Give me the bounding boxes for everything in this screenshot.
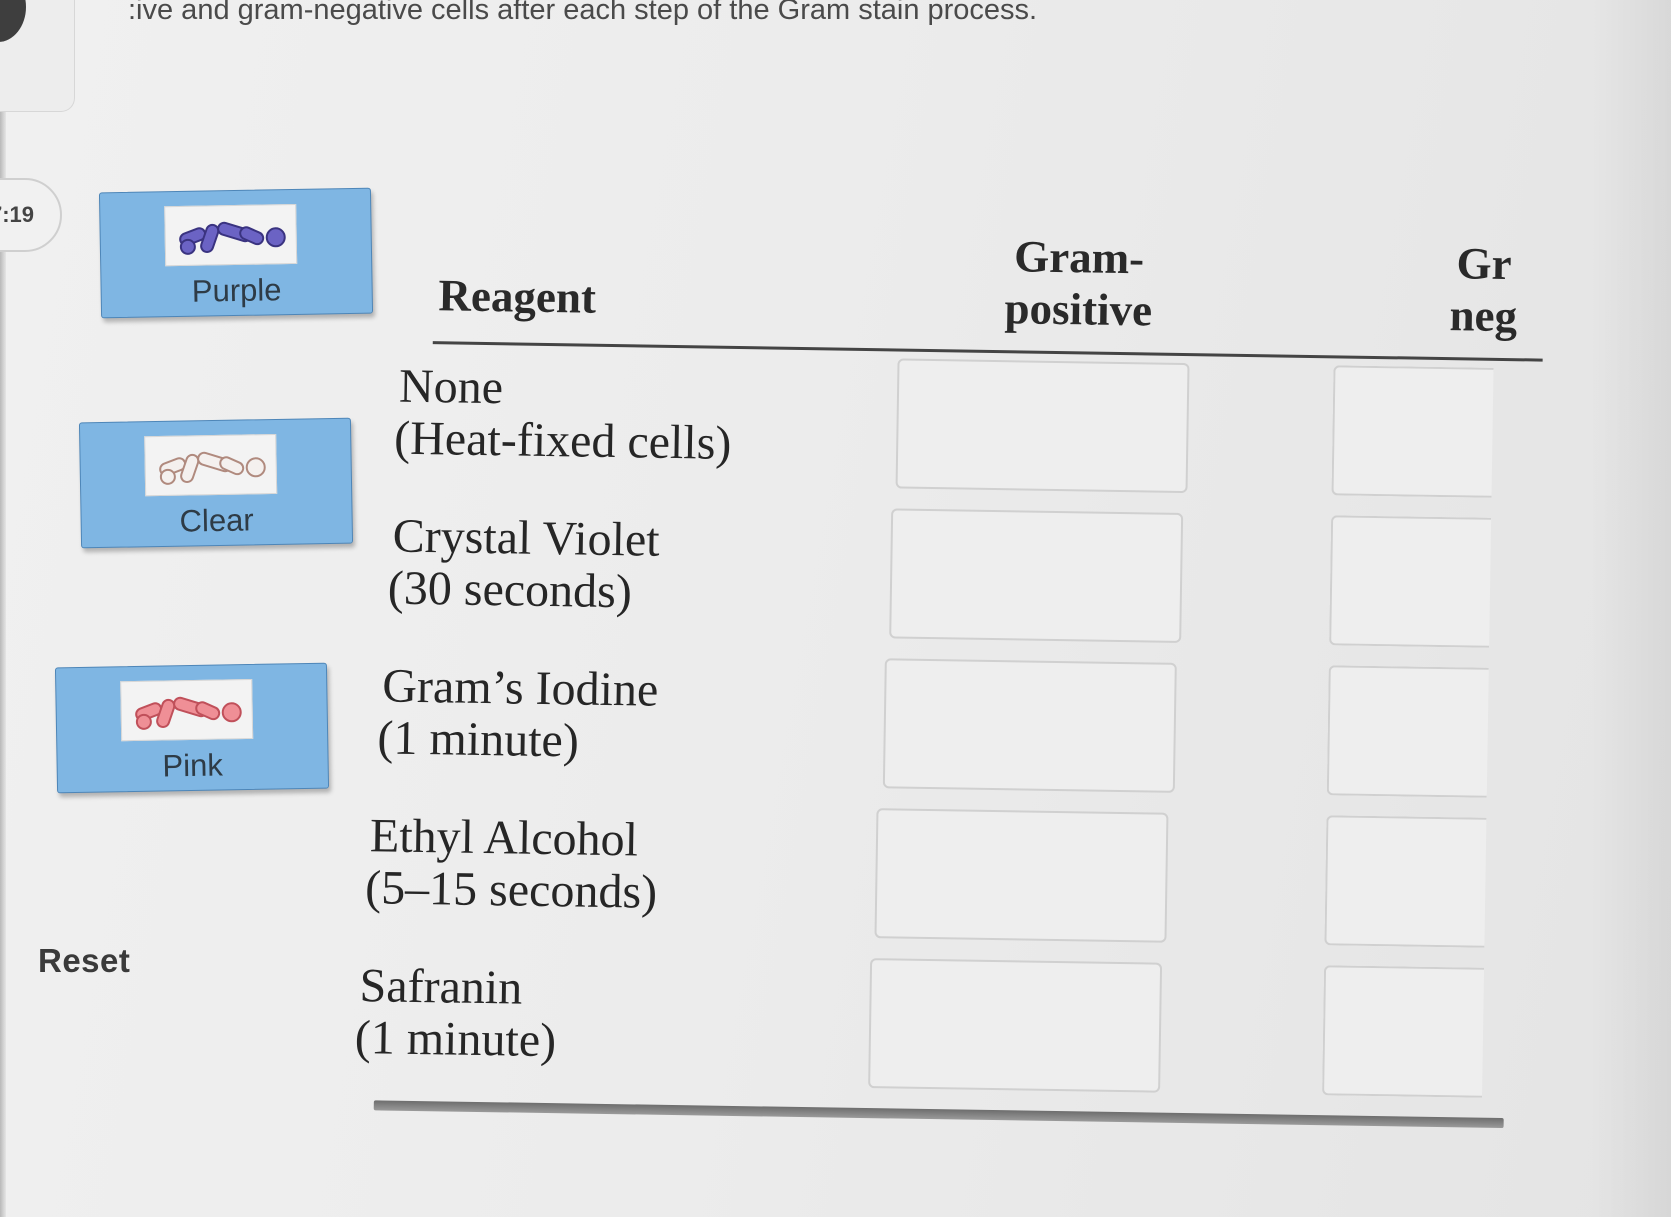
tile-pink[interactable]: Pink	[54, 662, 330, 794]
coccus-cell	[245, 457, 266, 478]
header-line: Gram-	[1013, 231, 1145, 284]
drop-target-gram-positive[interactable]	[868, 958, 1163, 1093]
table-row-grams-iodine: Gram’s Iodine (1 minute)	[351, 650, 1553, 819]
reagent-name: Safranin	[359, 959, 523, 1015]
reagent-detail: (1 minute)	[377, 711, 580, 768]
column-header-gram-negative: Gr neg	[1408, 236, 1560, 342]
screen: :ive and gram-negative cells after each …	[0, 0, 1671, 1217]
timer-badge: 7:19	[0, 178, 62, 252]
table-row-ethyl-alcohol: Ethyl Alcohol (5–15 seconds)	[348, 800, 1550, 969]
reagent-name: Gram’s Iodine	[381, 659, 659, 717]
drop-target-gram-positive[interactable]	[882, 658, 1177, 793]
screen-right-shadow	[1590, 0, 1671, 1217]
rod-cell	[195, 701, 221, 721]
table-row-safranin: Safranin (1 minute)	[346, 950, 1548, 1119]
rod-cell	[156, 698, 176, 729]
coccus-cell	[265, 227, 286, 248]
drop-target-gram-negative[interactable]	[1322, 965, 1485, 1098]
cells-graphic-clear	[159, 451, 266, 485]
reagent-detail: (1 minute)	[354, 1011, 557, 1068]
timer-text: 7:19	[0, 202, 34, 227]
reagent-name: Ethyl Alcohol	[369, 809, 639, 867]
tile-label: Purple	[191, 272, 282, 309]
table-row-crystal-violet: Crystal Violet (30 seconds)	[353, 500, 1555, 669]
reagent-detail: (30 seconds)	[387, 561, 633, 619]
drop-target-gram-negative[interactable]	[1326, 665, 1489, 798]
tile-label: Clear	[179, 502, 255, 539]
reset-button[interactable]: Reset	[38, 942, 130, 980]
drop-target-gram-positive[interactable]	[895, 358, 1190, 494]
tile-purple[interactable]: Purple	[98, 187, 374, 319]
rod-cell	[239, 226, 265, 246]
reagent-name: Crystal Violet	[392, 509, 660, 567]
bacteria-cells-icon	[164, 203, 298, 267]
cells-graphic-pink	[135, 696, 242, 730]
drop-target-gram-negative[interactable]	[1324, 815, 1487, 948]
gram-stain-table: Reagent Gram- positive Gr neg None (Heat…	[344, 200, 1559, 1209]
drop-target-gram-positive[interactable]	[874, 808, 1169, 943]
tile-label: Pink	[162, 747, 224, 784]
rod-cell	[200, 223, 220, 254]
coccus-cell	[159, 468, 176, 485]
rod-cell	[180, 453, 200, 484]
rod-cell	[219, 456, 245, 476]
bacteria-cells-icon	[144, 433, 278, 497]
tile-clear[interactable]: Clear	[78, 417, 354, 549]
drop-target-gram-negative[interactable]	[1331, 365, 1494, 498]
cells-graphic-purple	[179, 221, 286, 255]
header-line: positive	[1004, 283, 1153, 336]
coccus-cell	[179, 238, 196, 255]
reagent-name: None	[398, 359, 504, 415]
reagent-detail: (5–15 seconds)	[364, 861, 658, 919]
table-row-none: None (Heat-fixed cells)	[355, 350, 1557, 519]
drop-target-gram-negative[interactable]	[1329, 515, 1492, 648]
coccus-cell	[221, 702, 242, 723]
question-instructions: :ive and gram-negative cells after each …	[128, 0, 1038, 26]
coccus-cell	[135, 713, 152, 730]
column-header-gram-positive: Gram- positive	[978, 230, 1180, 337]
header-line: Gr	[1456, 238, 1513, 290]
reagent-detail: (Heat-fixed cells)	[393, 411, 732, 470]
column-header-reagent: Reagent	[438, 270, 597, 323]
drop-target-gram-positive[interactable]	[889, 508, 1184, 643]
bacteria-cells-icon	[120, 678, 254, 742]
header-line: neg	[1449, 290, 1518, 342]
